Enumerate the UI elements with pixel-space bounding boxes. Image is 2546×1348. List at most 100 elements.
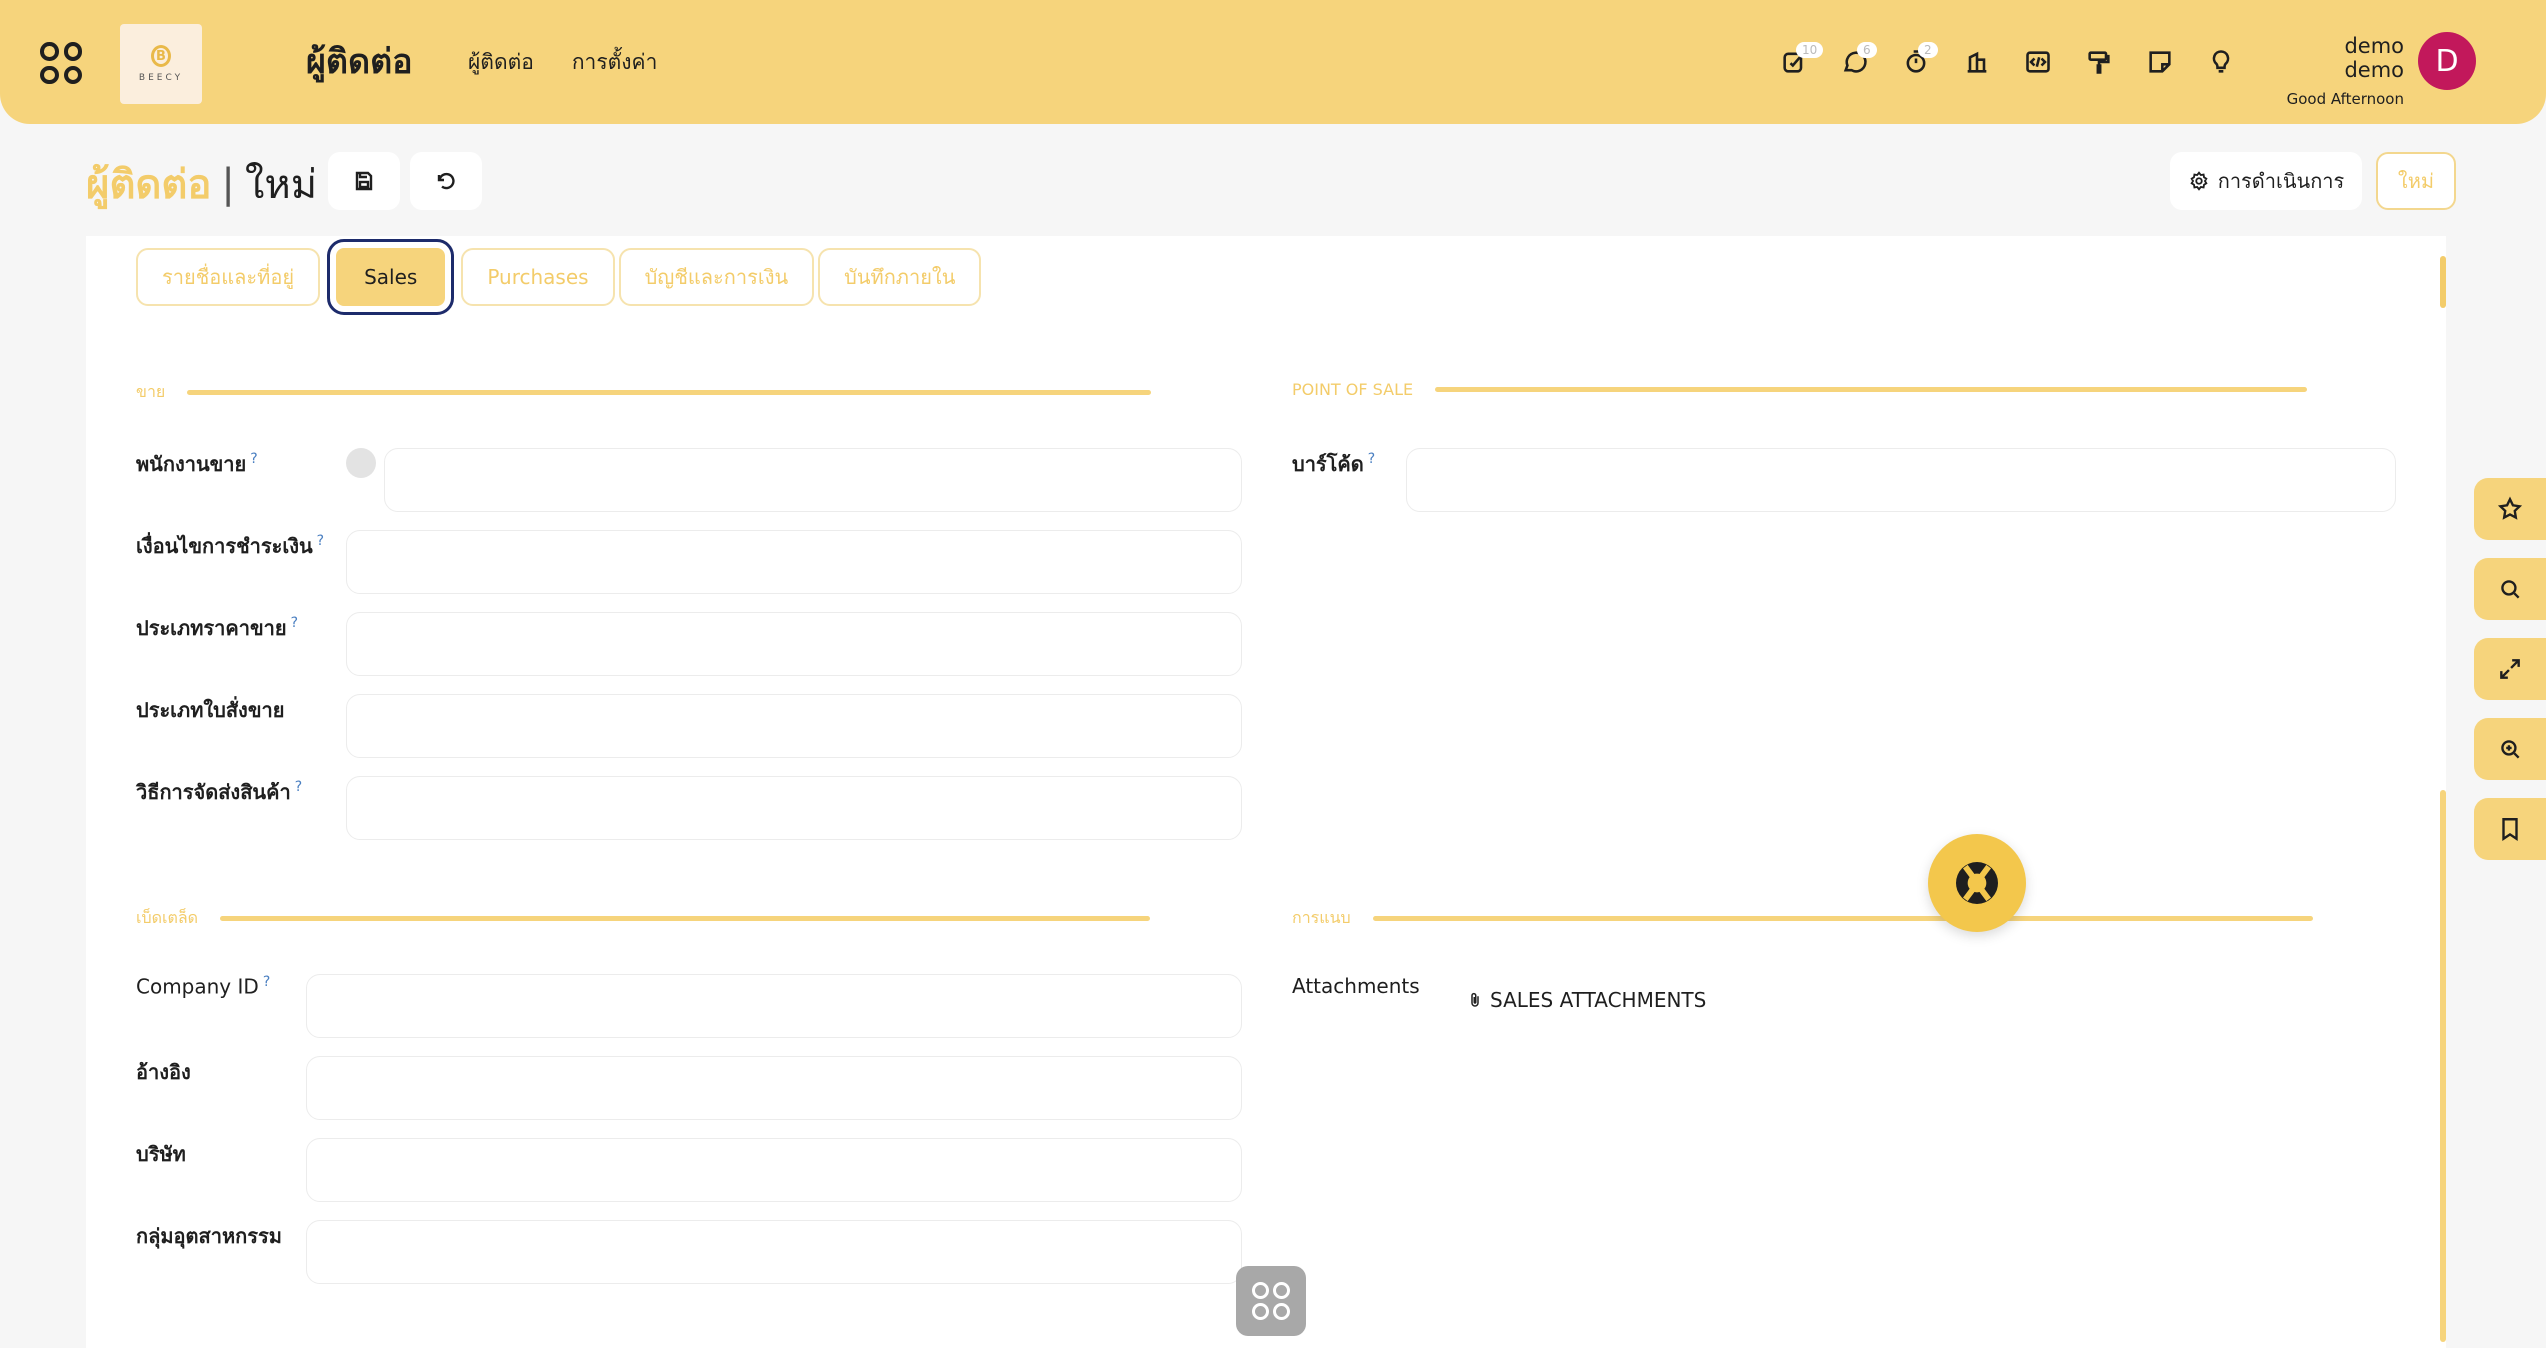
undo-icon [437,172,455,190]
activity-icon[interactable]: 10 [1776,42,1824,80]
breadcrumb-parent[interactable]: ผู้ติดต่อ [86,152,211,216]
sale-order-type-label: ประเภทใบสั่งขาย [136,698,285,722]
salesperson-input[interactable] [384,448,1242,512]
actions-button[interactable]: การดำเนินการ [2170,152,2362,210]
scrollbar[interactable] [2440,790,2446,1342]
user-greeting: Good Afternoon [2286,90,2404,108]
favorite-button[interactable] [2474,478,2546,540]
floating-apps-button[interactable] [1236,1266,1306,1336]
tab-sales[interactable]: Sales [327,239,455,315]
logo-mark: B [151,45,171,67]
form-sheet: รายชื่อและที่อยู่ Sales Purchases บัญชีแ… [86,236,2446,1348]
expand-icon [2500,659,2520,679]
company-logo[interactable]: B BEECY [120,24,202,104]
section-attachments-title: การแนบ [1292,908,1351,927]
section-sales-title: ขาย [136,382,166,401]
tab-internal-notes[interactable]: บันทึกภายใน [818,248,982,306]
company-switch-icon[interactable] [1959,44,1995,80]
help-icon[interactable]: ? [317,533,324,549]
logo-text: BEECY [138,73,184,83]
bookmark-button[interactable] [2474,798,2546,860]
company-id-label: Company ID? [136,974,271,999]
section-divider [1372,916,2313,921]
note-icon[interactable] [2142,44,2178,80]
tab-purchases[interactable]: Purchases [461,248,615,306]
company-input[interactable] [306,1138,1242,1202]
expand-button[interactable] [2474,638,2546,700]
scroll-indicator-top [2440,256,2446,308]
lifebuoy-icon [1956,862,1998,904]
zoom-in-icon [2501,740,2520,759]
section-divider [220,916,1151,921]
theme-paint-icon[interactable] [2081,44,2117,80]
reference-label: อ้างอิง [136,1060,191,1084]
barcode-label: บาร์โค้ด? [1292,451,1376,476]
save-button[interactable] [328,152,400,210]
bookmark-icon [2502,818,2518,841]
reference-input[interactable] [306,1056,1242,1120]
messages-icon[interactable]: 6 [1837,42,1877,80]
user-name: demo demo [2344,34,2404,82]
save-icon [355,171,373,191]
new-record-button[interactable]: ใหม่ [2376,152,2456,210]
help-icon[interactable]: ? [1368,451,1375,467]
top-menu: ผู้ติดต่อ การตั้งค่า [468,46,657,79]
payment-terms-input[interactable] [346,530,1242,594]
industry-input[interactable] [306,1220,1242,1284]
industry-label: กลุ่มอุตสาหกรรม [136,1224,282,1248]
company-id-input[interactable] [306,974,1242,1038]
tab-contacts-addresses[interactable]: รายชื่อและที่อยู่ [136,248,321,306]
search-button[interactable] [2474,558,2546,620]
salesperson-avatar [346,448,376,478]
sales-attachments-button[interactable]: SALES ATTACHMENTS [1466,988,1706,1012]
search-icon [2501,580,2520,599]
pricelist-input[interactable] [346,612,1242,676]
section-divider [1435,387,2308,392]
section-attachments: การแนบ [1292,906,2313,931]
zoom-button[interactable] [2474,718,2546,780]
star-icon [2497,496,2523,520]
payment-terms-label: เงื่อนไขการชำระเงิน? [136,533,325,558]
user-avatar[interactable]: D [2418,32,2476,90]
section-divider [187,390,1152,395]
gear-icon [2190,171,2208,191]
discard-button[interactable] [410,152,482,210]
company-label: บริษัท [136,1142,186,1166]
pricelist-label: ประเภทราคาขาย? [136,615,299,640]
timer-badge: 2 [1918,42,1938,58]
barcode-input[interactable] [1406,448,2396,512]
attachments-label: Attachments [1292,974,1420,998]
actions-label: การดำเนินการ [2217,169,2345,193]
breadcrumb: ผู้ติดต่อ | ใหม่ [86,152,317,216]
lightbulb-icon[interactable] [2203,44,2239,80]
help-icon[interactable]: ? [263,974,270,990]
notebook-tabs: รายชื่อและที่อยู่ Sales Purchases บัญชีแ… [136,239,982,315]
systray: 10 6 2 [1776,42,2239,80]
activity-badge: 10 [1796,42,1824,58]
code-icon[interactable] [2020,44,2056,80]
module-title[interactable]: ผู้ติดต่อ [306,34,413,88]
breadcrumb-current: ใหม่ [244,162,318,208]
breadcrumb-separator: | [221,161,235,207]
delivery-method-label: วิธีการจัดส่งสินค้า? [136,779,303,804]
section-misc-title: เบ็ดเตล็ด [136,908,199,927]
menu-item-settings[interactable]: การตั้งค่า [572,46,658,79]
section-pos: POINT OF SALE [1292,380,2308,399]
salesperson-label: พนักงานขาย? [136,451,258,476]
paperclip-icon [1471,992,1479,1007]
help-icon[interactable]: ? [295,779,302,795]
delivery-method-input[interactable] [346,776,1242,840]
section-misc: เบ็ดเตล็ด [136,906,1151,931]
sale-order-type-input[interactable] [346,694,1242,758]
sales-attachments-label: SALES ATTACHMENTS [1490,988,1707,1012]
top-navbar: B BEECY ผู้ติดต่อ ผู้ติดต่อ การตั้งค่า 1… [0,0,2546,124]
messages-badge: 6 [1857,42,1877,58]
user-menu[interactable]: demo demo Good Afternoon [2280,34,2404,108]
tab-accounting[interactable]: บัญชีและการเงิน [618,248,815,306]
menu-item-contacts[interactable]: ผู้ติดต่อ [468,46,534,79]
help-lifebuoy-button[interactable] [1928,834,2026,932]
timer-icon[interactable]: 2 [1898,42,1938,80]
apps-menu-icon[interactable] [40,42,82,84]
help-icon[interactable]: ? [250,451,257,467]
help-icon[interactable]: ? [291,615,298,631]
